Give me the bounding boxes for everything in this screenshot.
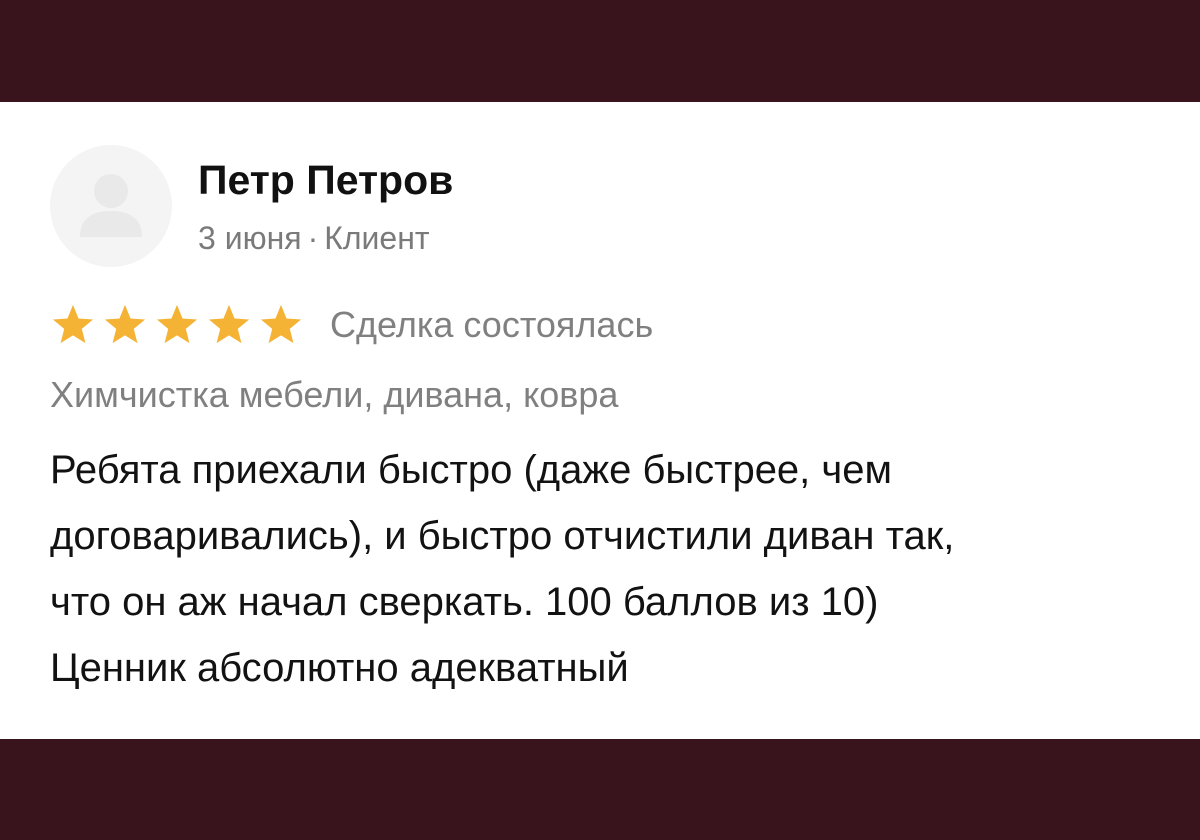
service-name: Химчистка мебели, дивана, ковра [50,374,619,415]
author-role: Клиент [324,220,430,256]
meta-separator: · [307,220,319,256]
review-text: Ребята приехали быстро (даже быстрее, че… [50,437,1160,701]
star-icon [104,304,146,344]
deal-status: Сделка состоялась [330,304,654,345]
user-silhouette-icon [80,174,142,237]
review-text-line: Ценник абсолютно адекватный [50,646,629,690]
review-card: Петр Петров 3 июня · Клиент Сделка состоял… [0,102,1200,739]
review-text-line: договаривались), и быстро отчистили дива… [50,514,955,558]
review-meta: 3 июня · Клиент [198,217,430,259]
review-text-line: Ребята приехали быстро (даже быстрее, че… [50,448,892,492]
star-icon [156,304,198,344]
star-icon [208,304,250,344]
review-text-line: что он аж начал сверкать. 100 баллов из … [50,580,879,624]
star-icon [52,304,94,344]
star-icon [260,304,302,344]
star-rating [50,303,310,347]
author-name[interactable]: Петр Петров [198,152,453,208]
rating-row: Сделка состоялась [50,300,653,350]
avatar[interactable] [50,145,172,267]
review-date: 3 июня [198,220,302,256]
